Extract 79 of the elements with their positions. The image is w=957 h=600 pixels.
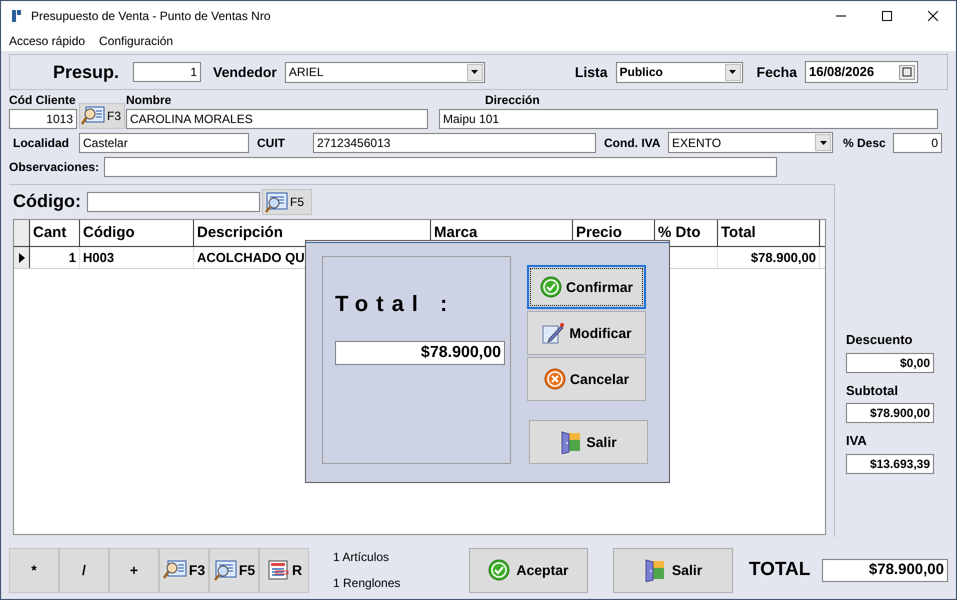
locality-field[interactable]: Castelar [79,132,249,152]
amount-field[interactable]: $13.693,39 [846,454,934,474]
caret-icon [729,70,736,74]
pencil-icon [541,321,566,345]
column-header[interactable]: Cant [30,220,80,246]
field-label: Lista [574,62,608,82]
client-code-field[interactable]: 1013 [9,109,77,129]
cancel-icon [544,368,566,390]
amount-field[interactable]: $78.900,00 [846,403,934,423]
count-text: 1 Artículos [333,549,390,566]
field-label: Nombre [126,92,172,109]
address-field[interactable]: Maipu 101 [439,109,938,129]
field-label: Cód Cliente [9,92,77,109]
toolbar-button[interactable]: F5 [209,548,259,592]
field-label: TOTAL [748,558,810,582]
dialog-button[interactable]: Modificar [527,311,646,355]
toolbar-button[interactable]: / [59,548,109,592]
field-label: Código: [13,190,81,213]
column-header[interactable]: Código [80,220,194,246]
menu-item[interactable]: Configuración [99,32,174,50]
dialog-button[interactable]: Salir [529,420,648,464]
budget-number-field[interactable]: 1 [133,62,202,82]
dialog-button[interactable]: Confirmar [527,265,646,309]
maximize-icon[interactable] [882,11,892,21]
table-cell: 1 [30,247,80,268]
toolbar-button[interactable]: + [109,548,159,592]
observations-field[interactable] [104,157,777,177]
client-search-icon [162,559,187,581]
field-label: Cond. IVA [604,134,662,152]
field-label: Descuento [846,331,914,349]
field-label: Presup. [53,60,120,84]
field-label: Subtotal [846,382,899,400]
column-header[interactable]: Total [718,220,820,246]
field-label: Vendedor [213,62,277,82]
table-cell: $78.900,00 [718,247,820,268]
menu-item[interactable]: Acceso rápido [9,32,86,50]
tax-condition-dropdown[interactable]: EXENTO [668,132,833,153]
check-icon [488,559,510,581]
field-label: CUIT [257,134,286,152]
check-icon [540,276,562,298]
field-label: Fecha [756,62,797,82]
field-label: IVA [846,432,868,450]
window-title: Presupuesto de Venta - Punto de Ventas Nro [31,8,270,25]
discount-percent-field[interactable]: 0 [893,132,942,152]
toolbar-button[interactable]: F3 [159,548,209,592]
close-icon[interactable] [928,11,938,21]
list-icon [266,559,290,581]
seller-dropdown[interactable]: ARIEL [284,62,485,82]
door-icon [644,558,666,582]
caret-icon [471,70,478,74]
dialog-total-field[interactable]: $78.900,00 [335,341,505,365]
toolbar-button[interactable]: R [259,548,309,592]
dialog-button[interactable]: Cancelar [527,357,646,401]
field-label: Observaciones: [9,159,100,176]
total-field[interactable]: $78.900,00 [822,558,948,582]
field-label: % Desc [843,134,887,152]
action-button[interactable]: Salir [613,548,733,592]
total-label: Total : [335,290,456,318]
search-document-icon [264,190,288,212]
client-search-icon [81,105,105,127]
client-lookup-button[interactable]: F3 [79,103,125,129]
cuit-field[interactable]: 27123456013 [313,132,596,152]
door-icon [560,430,582,454]
code-field[interactable] [86,192,260,212]
amount-field[interactable]: $0,00 [846,352,934,372]
date-field[interactable]: 16/08/2026 [804,61,918,83]
field-label: Dirección [485,92,541,109]
action-button[interactable]: Aceptar [468,548,588,592]
price-list-dropdown[interactable]: Publico [616,62,743,82]
count-text: 1 Renglones [333,575,402,592]
product-search-button[interactable]: F5 [262,188,312,214]
caret-icon [820,140,826,144]
field-label: Localidad [13,134,70,152]
table-cell: H003 [80,247,194,268]
calendar-icon[interactable] [898,64,915,80]
search-document-icon [212,559,237,581]
toolbar-button[interactable]: * [9,548,59,592]
app-icon [12,10,21,22]
client-name-field[interactable]: CAROLINA MORALES [126,109,428,129]
